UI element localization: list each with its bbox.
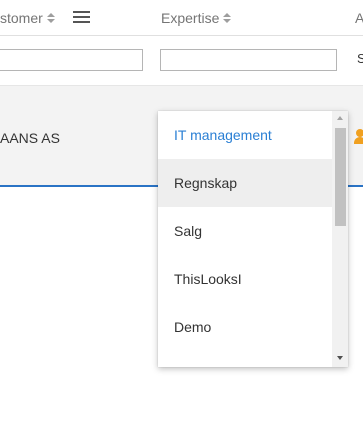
- grid-header-row: stomer Expertise A: [0, 0, 363, 36]
- scroll-up-arrow-icon[interactable]: [337, 116, 343, 120]
- expertise-filter-input[interactable]: [160, 49, 337, 71]
- expertise-column-label: Expertise: [161, 10, 220, 26]
- sort-icon[interactable]: [46, 12, 55, 24]
- next-column-header[interactable]: A: [355, 0, 363, 36]
- customer-cell: AANS AS: [0, 130, 60, 146]
- next-filter-value[interactable]: S: [357, 51, 363, 66]
- filter-row: S: [0, 37, 363, 85]
- expertise-dropdown[interactable]: IT management Regnskap Salg ThisLooksI Demo: [158, 111, 348, 367]
- dropdown-option[interactable]: Demo: [158, 303, 332, 351]
- customer-column-header[interactable]: stomer: [0, 0, 55, 36]
- hamburger-menu-icon[interactable]: [73, 11, 90, 24]
- scrollbar-thumb[interactable]: [335, 128, 346, 226]
- dropdown-option[interactable]: Regnskap: [158, 159, 332, 207]
- dropdown-options-list: IT management Regnskap Salg ThisLooksI Demo: [158, 111, 332, 351]
- expertise-column-header[interactable]: Expertise: [161, 0, 232, 36]
- dropdown-scrollbar[interactable]: [332, 111, 348, 367]
- customer-filter-input[interactable]: [0, 49, 143, 71]
- sort-icon[interactable]: [223, 12, 232, 24]
- person-icon[interactable]: [354, 129, 363, 145]
- customer-column-label: stomer: [0, 10, 43, 26]
- dropdown-option[interactable]: IT management: [158, 111, 332, 159]
- scroll-down-arrow-icon[interactable]: [337, 356, 343, 360]
- next-column-label: A: [355, 10, 363, 26]
- dropdown-option[interactable]: ThisLooksI: [158, 255, 332, 303]
- dropdown-option[interactable]: Salg: [158, 207, 332, 255]
